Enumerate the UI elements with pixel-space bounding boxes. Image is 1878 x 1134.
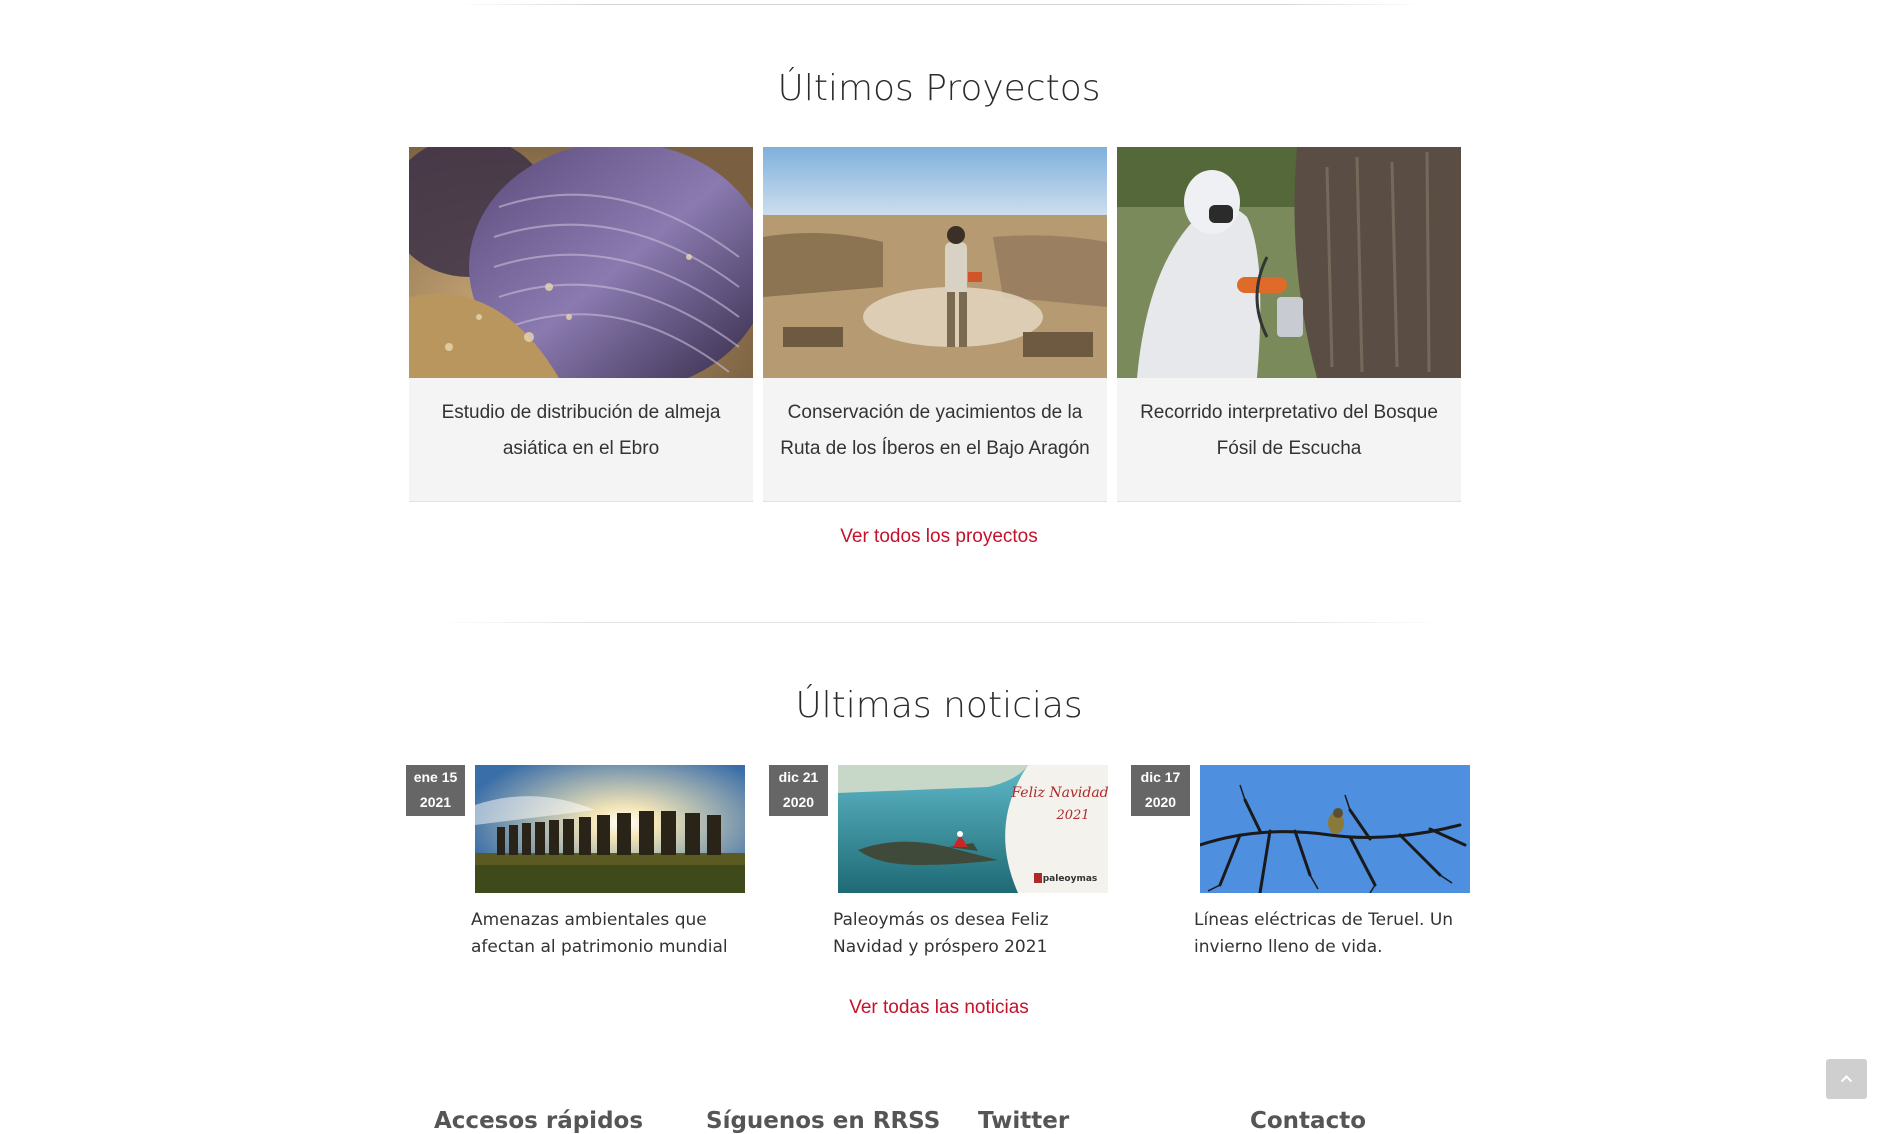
project-card[interactable]: Estudio de distribución de almeja asiáti…: [409, 147, 753, 502]
project-title[interactable]: Conservación de yacimientos de la Ruta d…: [775, 395, 1095, 467]
news-date-day: ene 15: [413, 769, 458, 785]
projects-section-title: Últimos Proyectos: [777, 68, 1101, 109]
news-section-title: Últimas noticias: [795, 685, 1083, 726]
footer-heading-twitter: Twitter: [978, 1108, 1070, 1134]
project-title[interactable]: Estudio de distribución de almeja asiáti…: [421, 395, 741, 467]
footer-heading-quick-links: Accesos rápidos: [434, 1108, 644, 1134]
card-brand-text: paleoymas: [1043, 874, 1098, 884]
scroll-to-top-button[interactable]: [1826, 1059, 1867, 1099]
view-all-news-link[interactable]: Ver todas las noticias: [0, 997, 1878, 1019]
project-card[interactable]: Recorrido interpretativo del Bosque Fósi…: [1117, 147, 1461, 502]
news-image-christmas-card[interactable]: Feliz Navidad 2021 paleoymas: [838, 765, 1108, 893]
news-date-day: dic 21: [778, 769, 819, 785]
news-date-day: dic 17: [1140, 769, 1181, 785]
card-year-text: 2021: [1055, 808, 1089, 823]
news-title[interactable]: Amenazas ambientales que afectan al patr…: [471, 907, 761, 961]
news-date-badge: ene 15 2021: [406, 765, 465, 816]
news-date-badge: dic 21 2020: [769, 765, 828, 816]
section-divider: [435, 622, 1445, 623]
news-image-bird-on-branch[interactable]: [1200, 765, 1470, 893]
footer-heading-contact: Contacto: [1250, 1108, 1366, 1134]
news-image-easter-island[interactable]: [475, 765, 745, 893]
project-image-excavation[interactable]: [763, 147, 1107, 378]
news-date-year: 2020: [782, 794, 815, 810]
news-date-year: 2020: [1144, 794, 1177, 810]
card-greeting-text: Feliz Navidad: [1010, 785, 1108, 801]
project-title[interactable]: Recorrido interpretativo del Bosque Fósi…: [1129, 395, 1449, 467]
news-date-year: 2021: [419, 794, 452, 810]
project-image-fossil-forest[interactable]: [1117, 147, 1461, 378]
news-date-badge: dic 17 2020: [1131, 765, 1190, 816]
project-image-clam[interactable]: [409, 147, 753, 378]
project-card[interactable]: Conservación de yacimientos de la Ruta d…: [763, 147, 1107, 502]
news-title[interactable]: Paleoymás os desea Feliz Navidad y prósp…: [833, 907, 1123, 961]
footer-heading-social: Síguenos en RRSS: [706, 1108, 941, 1134]
view-all-projects-link[interactable]: Ver todos los proyectos: [0, 526, 1878, 548]
top-divider: [455, 4, 1425, 5]
news-title[interactable]: Líneas eléctricas de Teruel. Un invierno…: [1194, 907, 1484, 961]
chevron-up-icon: [1840, 1075, 1853, 1083]
